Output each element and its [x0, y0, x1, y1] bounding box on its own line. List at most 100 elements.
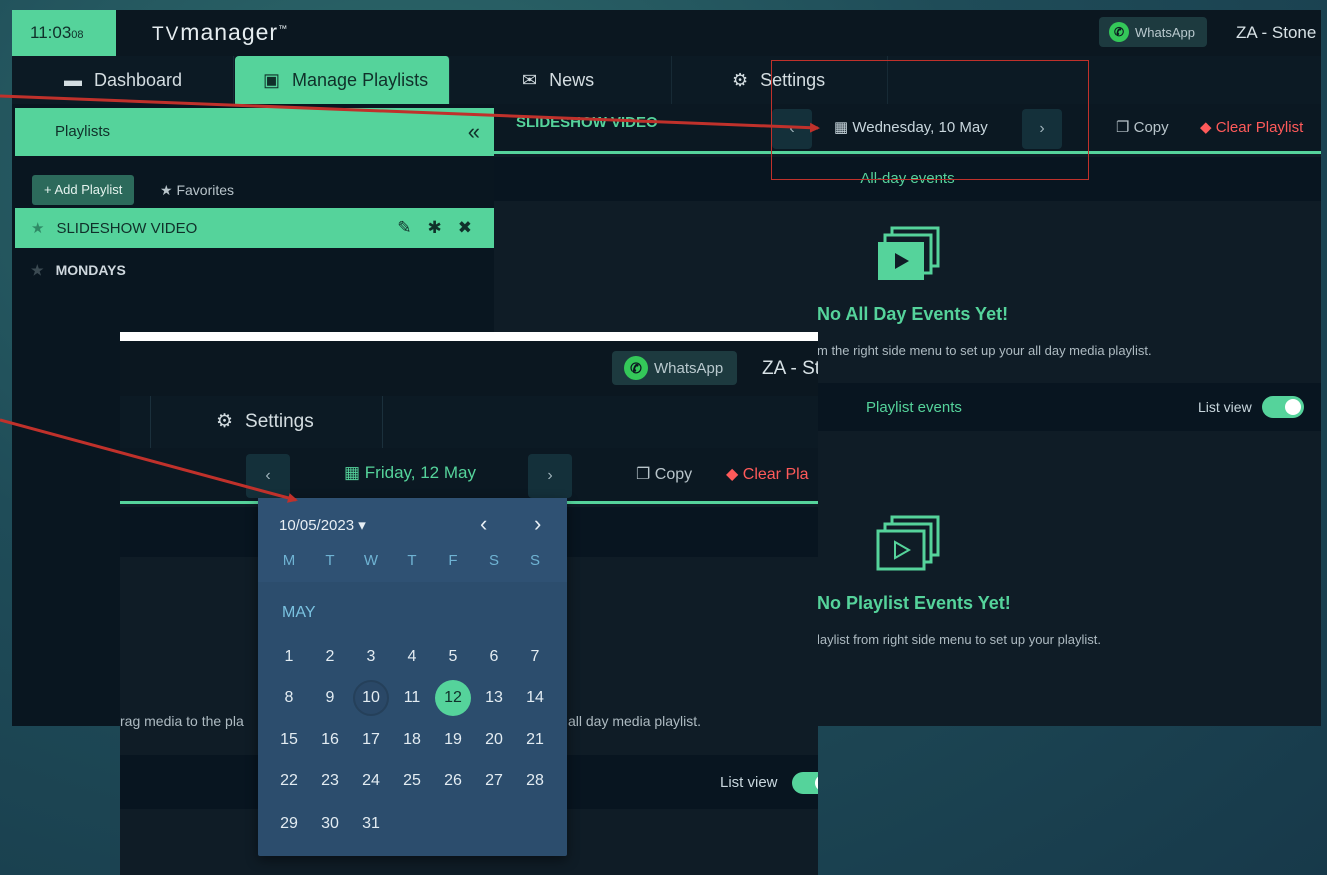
calendar-day[interactable]: 31: [353, 806, 389, 842]
collapse-icon[interactable]: «: [468, 108, 480, 156]
gear-icon: ⚙: [732, 69, 749, 90]
video-stack-icon: [876, 515, 940, 571]
star-icon[interactable]: ★: [31, 262, 44, 279]
calendar-day[interactable]: 10: [353, 680, 389, 716]
copy-label: Copy: [1133, 119, 1169, 136]
calendar-day[interactable]: 14: [517, 680, 553, 716]
app-logo[interactable]: TVmanager™: [152, 19, 288, 46]
calendar-day[interactable]: 19: [435, 722, 471, 758]
playlist-icon: ▣: [263, 69, 281, 90]
whatsapp-label: WhatsApp: [1135, 24, 1195, 40]
month-name: MAY: [282, 604, 316, 621]
playlists-header: Playlists «: [15, 108, 494, 156]
calendar-day[interactable]: 15: [271, 722, 307, 758]
calendar-day[interactable]: 8: [271, 680, 307, 716]
calendar-day[interactable]: 4: [394, 639, 430, 675]
date-picker-trigger[interactable]: ▦ Friday, 12 May: [344, 463, 476, 483]
clear-playlist-label: Clear Playlist: [1215, 119, 1304, 136]
clock-time: 11:03: [30, 23, 72, 42]
tab-news-label: News: [549, 69, 595, 90]
calendar-day[interactable]: 1: [271, 639, 307, 675]
calendar-day[interactable]: 18: [394, 722, 430, 758]
bug-icon[interactable]: ✱: [428, 218, 442, 238]
calendar-day[interactable]: 5: [435, 639, 471, 675]
calendar-day[interactable]: 21: [517, 722, 553, 758]
account-selector[interactable]: ZA - St: [762, 358, 818, 380]
no-all-day-events-text: m the right side menu to set up your all…: [817, 343, 1152, 358]
tab-settings[interactable]: ⚙ Settings: [216, 410, 314, 433]
calendar-day[interactable]: 17: [353, 722, 389, 758]
playlist-item[interactable]: ★ MONDAYS: [15, 250, 494, 290]
calendar-day[interactable]: 13: [476, 680, 512, 716]
weekday-label: T: [407, 552, 417, 569]
copy-button[interactable]: ❐ Copy: [636, 464, 692, 484]
whatsapp-button[interactable]: ✆ WhatsApp: [1099, 17, 1207, 47]
calendar-day[interactable]: 22: [271, 763, 307, 799]
logo-tv: TV: [152, 24, 181, 45]
calendar-day[interactable]: 23: [312, 763, 348, 799]
playlist-title: SLIDESHOW VIDEO: [516, 114, 658, 131]
copy-button[interactable]: ❐ Copy: [1116, 118, 1169, 136]
weekday-label: S: [529, 552, 540, 569]
eraser-icon: ◆: [1200, 119, 1212, 136]
calendar-day[interactable]: 26: [435, 763, 471, 799]
clock-seconds: 08: [71, 29, 84, 41]
calendar-day[interactable]: 7: [517, 639, 553, 675]
calendar-day[interactable]: 3: [353, 639, 389, 675]
calendar-day[interactable]: 16: [312, 722, 348, 758]
caret-down-icon: ▾: [358, 517, 366, 534]
whatsapp-icon: ✆: [624, 356, 648, 380]
calendar-day[interactable]: 11: [394, 680, 430, 716]
tab-dashboard[interactable]: ▬ Dashboard: [12, 56, 234, 104]
chevron-right-icon[interactable]: ›: [534, 511, 541, 537]
calendar-day[interactable]: 24: [353, 763, 389, 799]
chevron-left-icon: ‹: [265, 467, 271, 484]
no-playlist-events-title: No Playlist Events Yet!: [817, 593, 1011, 613]
inset-nav: ⚙ Settings: [120, 396, 818, 448]
playlist-events-label: Playlist events: [866, 399, 962, 416]
current-date: Friday, 12 May: [364, 463, 476, 482]
list-view-toggle[interactable]: [1262, 396, 1304, 418]
calendar-day[interactable]: 6: [476, 639, 512, 675]
nav-divider: [382, 396, 383, 448]
playlist-item[interactable]: ★ SLIDESHOW VIDEO ✎ ✱ ✖: [15, 208, 494, 248]
calendar-day[interactable]: 27: [476, 763, 512, 799]
calendar-icon: ▦: [344, 463, 361, 482]
calendar-day[interactable]: 12: [435, 680, 471, 716]
chevron-right-icon: ›: [547, 467, 553, 484]
chevron-left-icon[interactable]: ‹: [480, 511, 487, 537]
month-year-value: 10/05/2023: [279, 517, 355, 534]
calendar-day[interactable]: 2: [312, 639, 348, 675]
tab-news[interactable]: ✉ News: [450, 56, 672, 104]
edit-icon[interactable]: ✎: [397, 218, 411, 238]
favorites-filter[interactable]: ★ Favorites: [160, 175, 234, 205]
prev-day-button[interactable]: ‹: [246, 454, 290, 498]
calendar-day[interactable]: 29: [271, 806, 307, 842]
close-icon[interactable]: ✖: [458, 218, 472, 238]
calendar-day[interactable]: 25: [394, 763, 430, 799]
month-year-select[interactable]: 10/05/2023 ▾: [279, 516, 366, 534]
nav-divider: [150, 396, 151, 448]
clear-playlist-button[interactable]: ◆ Clear Playlist: [1200, 118, 1303, 136]
inset-top-bar: ✆ WhatsApp ZA - St: [120, 341, 818, 396]
whatsapp-button[interactable]: ✆ WhatsApp: [612, 351, 738, 385]
calendar-day[interactable]: 20: [476, 722, 512, 758]
account-selector[interactable]: ZA - Stone: [1236, 23, 1316, 43]
add-playlist-button[interactable]: + Add Playlist: [32, 175, 135, 205]
logo-name: manager: [180, 19, 279, 45]
calendar-day[interactable]: 9: [312, 680, 348, 716]
clear-playlist-label: Clear Pla: [742, 466, 809, 483]
dashboard-icon: ▬: [64, 69, 82, 90]
date-picker-popup: 10/05/2023 ▾ ‹ › M T W T F S S MAY 12345…: [258, 498, 567, 856]
clear-playlist-button[interactable]: ◆ Clear Pla: [726, 464, 809, 484]
tab-manage-playlists[interactable]: ▣ Manage Playlists: [235, 56, 450, 104]
whatsapp-icon: ✆: [1109, 22, 1129, 42]
calendar-day[interactable]: 28: [517, 763, 553, 799]
next-day-button[interactable]: ›: [528, 454, 572, 498]
list-view-toggle[interactable]: [792, 772, 818, 794]
playlist-actions: ✎ ✱ ✖: [397, 218, 472, 238]
weekday-label: M: [282, 552, 296, 569]
star-icon[interactable]: ★: [31, 219, 44, 237]
calendar-day[interactable]: 30: [312, 806, 348, 842]
tab-manage-playlists-label: Manage Playlists: [292, 69, 429, 90]
